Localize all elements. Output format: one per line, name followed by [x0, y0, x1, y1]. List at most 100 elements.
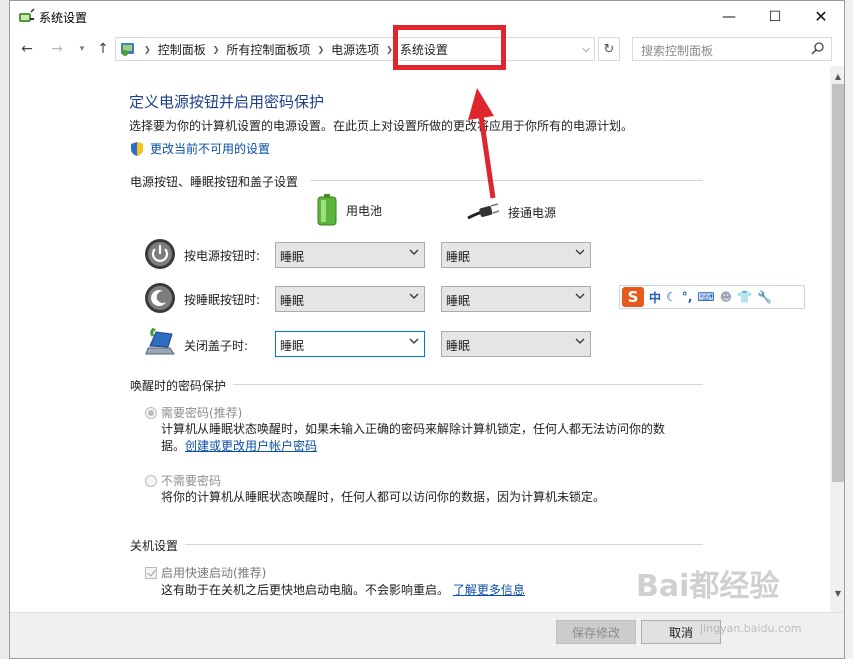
- laptop-lid-icon: [145, 327, 175, 355]
- require-password-desc-line2: 据。创建或更改用户帐户密码: [161, 438, 665, 455]
- main-content: 定义电源按钮并启用密码保护 选择要为你的计算机设置的电源设置。在此页上对设置所做…: [10, 66, 830, 612]
- no-password-label: 不需要密码: [161, 474, 222, 488]
- plugged-in-column-label: 接通电源: [508, 205, 557, 220]
- system-settings-window: 系统设置 — ☐ ✕ ← → ▾ ↑ ❯ 控制面板 ❯ 所有控制面板项 ❯ 电源…: [9, 0, 845, 659]
- scroll-down-arrow-icon[interactable]: ▼: [830, 585, 844, 601]
- recent-locations-chevron-icon[interactable]: ▾: [72, 39, 92, 59]
- change-unavailable-settings-link[interactable]: 更改当前不可用的设置: [129, 140, 270, 157]
- password-section-title: 唤醒时的密码保护: [130, 379, 227, 393]
- change-unavailable-settings-text[interactable]: 更改当前不可用的设置: [150, 140, 270, 157]
- no-password-radio[interactable]: 不需要密码: [145, 472, 221, 489]
- sleep-button-battery-select[interactable]: 睡眠: [275, 286, 425, 312]
- breadcrumb-separator-icon: ❯: [144, 44, 151, 54]
- selected-value: 睡眠: [446, 294, 471, 308]
- breadcrumb-separator-icon[interactable]: ❯: [213, 45, 220, 54]
- chevron-down-icon: [409, 338, 419, 344]
- chevron-down-icon: [409, 293, 419, 299]
- shutdown-section-title: 关机设置: [130, 539, 179, 553]
- chevron-down-icon: [575, 293, 585, 299]
- fast-startup-label: 启用快速启动(推荐): [161, 566, 267, 580]
- close-button[interactable]: ✕: [798, 1, 844, 32]
- punctuation-icon[interactable]: °,: [682, 290, 693, 304]
- baidu-watermark: Bai都经验: [636, 569, 780, 604]
- breadcrumb-all-items[interactable]: 所有控制面板项: [226, 41, 310, 58]
- keyboard-icon[interactable]: ⌨: [697, 290, 714, 304]
- require-password-label: 需要密码(推荐): [161, 406, 243, 420]
- search-placeholder: 搜索控制面板: [641, 44, 714, 58]
- close-lid-battery-select[interactable]: 睡眠: [275, 331, 425, 357]
- learn-more-link[interactable]: 了解更多信息: [453, 583, 525, 597]
- power-options-icon: [19, 8, 35, 22]
- chevron-down-icon: [575, 249, 585, 255]
- ime-chinese-mode[interactable]: 中: [649, 289, 661, 306]
- page-description: 选择要为你的计算机设置的电源设置。在此页上对设置所做的更改将应用于你所有的电源计…: [129, 119, 634, 133]
- radio-button[interactable]: [145, 406, 157, 419]
- minimize-button[interactable]: —: [706, 1, 752, 32]
- create-change-password-link[interactable]: 创建或更改用户帐户密码: [185, 439, 317, 453]
- sleep-button-icon: [145, 283, 175, 313]
- section-divider: [310, 180, 703, 181]
- selected-value: 睡眠: [446, 339, 471, 353]
- wrench-icon[interactable]: 🔧: [757, 290, 772, 304]
- sleep-button-plugged-select[interactable]: 睡眠: [441, 286, 591, 312]
- scroll-up-arrow-icon[interactable]: ▲: [830, 68, 844, 84]
- ime-toolbar[interactable]: S 中 ☾ °, ⌨ ☻ 👕 🔧: [619, 285, 805, 309]
- refresh-icon[interactable]: ↻: [598, 37, 620, 61]
- sogou-logo-icon[interactable]: S: [622, 287, 644, 307]
- selected-value: 睡眠: [280, 250, 305, 264]
- require-password-description: 计算机从睡眠状态唤醒时，如果未输入正确的密码来解除计算机锁定，任何人都无法访问你…: [161, 421, 665, 455]
- skin-shirt-icon[interactable]: 👕: [737, 290, 752, 304]
- breadcrumb-power-options[interactable]: 电源选项: [331, 41, 379, 58]
- footer-bar: 保存修改 取消: [10, 612, 844, 658]
- fast-startup-checkbox[interactable]: 启用快速启动(推荐): [145, 564, 266, 581]
- breadcrumb-control-panel[interactable]: 控制面板: [158, 41, 206, 58]
- radio-button[interactable]: [145, 474, 157, 487]
- desc-line2-prefix: 据。: [161, 439, 186, 453]
- selected-value: 睡眠: [280, 294, 305, 308]
- back-arrow-icon[interactable]: ←: [17, 39, 37, 59]
- chevron-down-icon: [409, 249, 419, 255]
- breadcrumb-separator-icon[interactable]: ❯: [317, 45, 324, 54]
- fast-startup-description: 这有助于在关机之后更快地启动电脑。不会影响重启。 了解更多信息: [161, 582, 525, 599]
- fast-startup-desc-text: 这有助于在关机之后更快地启动电脑。不会影响重启。: [161, 583, 450, 597]
- title-bar: 系统设置 — ☐ ✕: [10, 1, 844, 32]
- search-icon[interactable]: [811, 41, 825, 55]
- selected-value: 睡眠: [446, 250, 471, 264]
- maximize-button[interactable]: ☐: [752, 1, 798, 32]
- breadcrumb-system-settings[interactable]: 系统设置: [400, 41, 448, 58]
- battery-icon: [317, 194, 337, 226]
- power-plug-icon: [467, 203, 500, 220]
- power-button-plugged-select[interactable]: 睡眠: [441, 242, 591, 268]
- uac-shield-icon: [131, 141, 143, 156]
- buttons-section-title: 电源按钮、睡眠按钮和盖子设置: [130, 175, 299, 189]
- save-changes-button[interactable]: 保存修改: [556, 620, 636, 644]
- navigation-bar: ← → ▾ ↑ ❯ 控制面板 ❯ 所有控制面板项 ❯ 电源选项 ❯ 系统设置 ⌵…: [10, 32, 844, 66]
- vertical-scrollbar[interactable]: ▲ ▼: [830, 66, 844, 612]
- scroll-thumb[interactable]: [832, 84, 844, 482]
- no-password-description: 将你的计算机从睡眠状态唤醒时，任何人都可以访问你的数据，因为计算机未锁定。: [161, 490, 606, 504]
- power-button-label: 按电源按钮时:: [184, 249, 261, 263]
- breadcrumb-separator-icon[interactable]: ❯: [386, 45, 393, 54]
- chevron-down-icon: [575, 338, 585, 344]
- forward-arrow-icon[interactable]: →: [47, 39, 67, 59]
- require-password-desc-line1: 计算机从睡眠状态唤醒时，如果未输入正确的密码来解除计算机锁定，任何人都无法访问你…: [161, 422, 666, 436]
- close-lid-label: 关闭盖子时:: [184, 339, 249, 353]
- page-title: 定义电源按钮并启用密码保护: [129, 93, 325, 111]
- section-divider: [233, 384, 703, 385]
- battery-column-label: 用电池: [346, 203, 383, 218]
- require-password-radio[interactable]: 需要密码(推荐): [145, 404, 242, 421]
- search-input[interactable]: 搜索控制面板: [632, 37, 832, 61]
- up-arrow-icon[interactable]: ↑: [93, 39, 113, 59]
- battery-column-header: 用电池: [316, 194, 382, 226]
- power-button-icon: [145, 239, 175, 269]
- user-icon[interactable]: ☻: [720, 290, 733, 304]
- address-bar[interactable]: ❯ 控制面板 ❯ 所有控制面板项 ❯ 电源选项 ❯ 系统设置: [115, 37, 595, 61]
- power-button-battery-select[interactable]: 睡眠: [275, 242, 425, 268]
- checkbox[interactable]: [145, 566, 157, 579]
- address-dropdown-chevron-icon[interactable]: ⌵: [578, 37, 594, 61]
- close-lid-plugged-select[interactable]: 睡眠: [441, 331, 591, 357]
- watermark-url: jingyan.baidu.com: [700, 622, 802, 635]
- section-divider: [185, 544, 703, 545]
- half-width-moon-icon[interactable]: ☾: [666, 290, 677, 304]
- plugged-in-column-header: 接通电源: [466, 202, 556, 222]
